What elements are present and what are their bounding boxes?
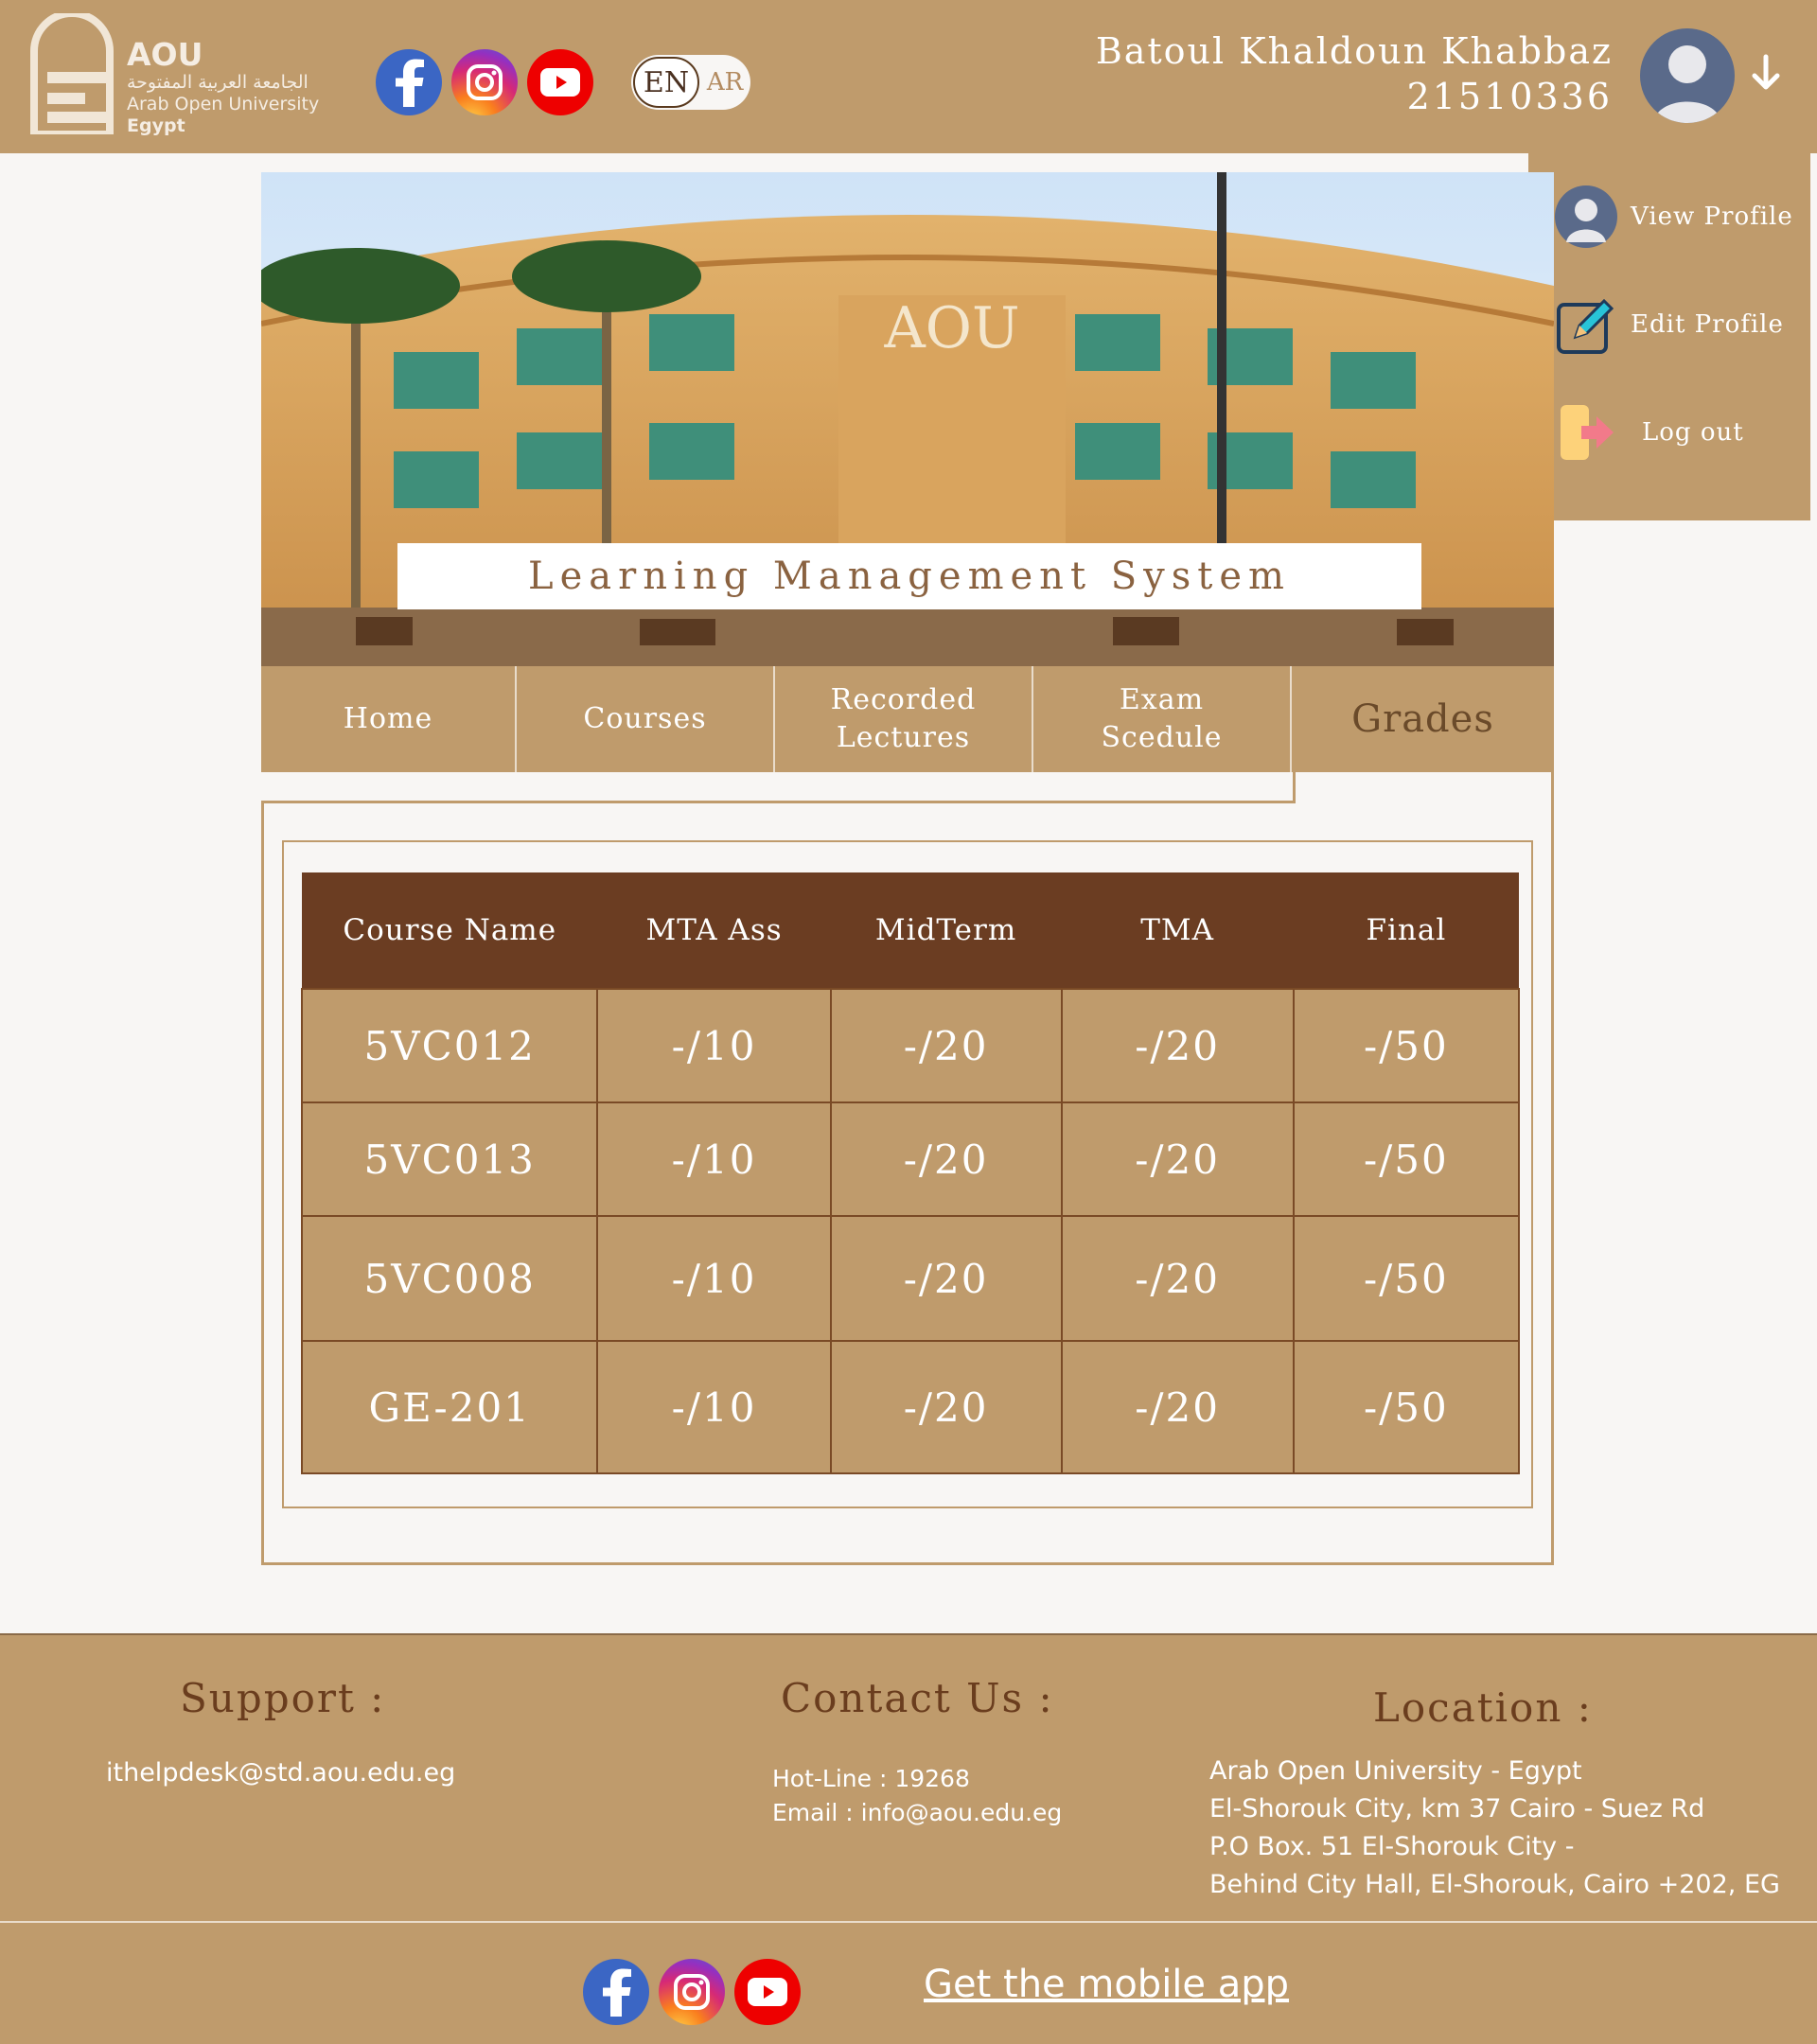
col-mta-ass: MTA Ass	[597, 872, 831, 989]
user-avatar-icon[interactable]	[1640, 28, 1735, 123]
grades-header-row: Course Name MTA Ass MidTerm TMA Final	[302, 872, 1519, 989]
logo-text: AOU الجامعة العربية المفتوحة Arab Open U…	[127, 38, 319, 137]
arrow-down-icon[interactable]	[1749, 53, 1783, 95]
user-avatar-icon	[1555, 185, 1617, 248]
footer: Support : ithelpdesk@std.aou.edu.eg Cont…	[0, 1633, 1817, 2044]
header: AOU الجامعة العربية المفتوحة Arab Open U…	[0, 0, 1817, 153]
location-line-1: Arab Open University - Egypt	[1209, 1756, 1582, 1786]
grade-cell: -/50	[1292, 988, 1521, 1103]
logout-item[interactable]: Log out	[1555, 401, 1744, 464]
hotline-text: Hot-Line : 19268	[772, 1765, 970, 1792]
edit-profile-item[interactable]: Edit Profile	[1555, 293, 1784, 356]
youtube-icon[interactable]	[527, 49, 593, 115]
grade-cell: -/10	[596, 1101, 832, 1217]
location-title: Location :	[1373, 1684, 1593, 1731]
grade-cell: -/20	[829, 1101, 1063, 1217]
logo-abbr: AOU	[127, 36, 203, 73]
mobile-app-link[interactable]: Get the mobile app	[924, 1963, 1289, 2006]
support-email-link[interactable]: ithelpdesk@std.aou.edu.eg	[106, 1754, 455, 1792]
location-line-4: Behind City Hall, El-Shorouk, Cairo +202…	[1209, 1870, 1780, 1899]
col-midterm: MidTerm	[830, 872, 1062, 989]
tab-home-label: Home	[343, 702, 433, 735]
tab-recorded-lectures[interactable]: Recorded Lectures	[775, 666, 1033, 772]
tab-recorded-label-2: Lectures	[836, 721, 971, 754]
grade-cell: -/20	[829, 1215, 1063, 1342]
header-social-links	[376, 49, 593, 115]
tab-courses-label: Courses	[583, 702, 707, 735]
location-address: Arab Open University - Egypt El-Shorouk …	[1209, 1753, 1780, 1904]
frame-border-notch	[1293, 772, 1296, 803]
course-cell: 5VC012	[300, 988, 599, 1103]
instagram-icon[interactable]	[659, 1959, 725, 2025]
language-toggle[interactable]: EN AR	[631, 55, 750, 110]
facebook-icon[interactable]	[376, 49, 442, 115]
banner-sign: AOU	[883, 295, 1019, 361]
user-info: Batoul Khaldoun Khabbaz 21510336	[1096, 28, 1613, 119]
frame-border-right	[1551, 772, 1554, 801]
location-line-2: El-Shorouk City, km 37 Cairo - Suez Rd	[1209, 1794, 1705, 1824]
course-cell: 5VC013	[300, 1101, 599, 1217]
tab-recorded-label-1: Recorded	[830, 683, 977, 716]
main-nav: Home Courses Recorded Lectures Exam Sced…	[261, 666, 1554, 772]
tab-grades-label: Grades	[1351, 697, 1494, 741]
grade-cell: -/20	[829, 988, 1063, 1103]
col-final: Final	[1293, 872, 1519, 989]
tab-exam-label-1: Exam	[1119, 683, 1205, 716]
edit-icon	[1557, 298, 1614, 354]
lang-en-button[interactable]: EN	[633, 57, 699, 108]
logo-country: Egypt	[127, 115, 185, 136]
grade-cell: -/10	[596, 1215, 832, 1342]
grade-cell: -/10	[596, 988, 832, 1103]
tab-courses[interactable]: Courses	[517, 666, 775, 772]
grades-table: Course Name MTA Ass MidTerm TMA Final 5V…	[300, 872, 1521, 1474]
footer-social-links	[583, 1959, 801, 2025]
tab-exam-schedule[interactable]: Exam Scedule	[1033, 666, 1292, 772]
course-cell: 5VC008	[300, 1215, 599, 1342]
logo-arch-icon	[30, 13, 114, 134]
view-profile-item[interactable]: View Profile	[1555, 185, 1793, 248]
course-cell: GE-201	[300, 1340, 599, 1474]
table-row: GE-201 -/10 -/20 -/20 -/50	[300, 1340, 1521, 1474]
table-row: 5VC012 -/10 -/20 -/20 -/50	[300, 988, 1521, 1103]
location-line-3: P.O Box. 51 El-Shorouk City -	[1209, 1832, 1575, 1861]
tab-grades[interactable]: Grades	[1292, 666, 1554, 772]
facebook-icon[interactable]	[583, 1959, 649, 2025]
grade-cell: -/20	[1060, 988, 1295, 1103]
grade-cell: -/20	[1060, 1340, 1295, 1474]
view-profile-label: View Profile	[1631, 203, 1793, 231]
grade-cell: -/20	[1060, 1101, 1295, 1217]
table-row: 5VC008 -/10 -/20 -/20 -/50	[300, 1215, 1521, 1342]
grade-cell: -/20	[829, 1340, 1063, 1474]
profile-dropdown: View Profile Edit Profile Log out	[1528, 153, 1810, 520]
youtube-icon[interactable]	[734, 1959, 801, 2025]
contact-email-link[interactable]: Email : info@aou.edu.eg	[772, 1796, 1062, 1830]
instagram-icon[interactable]	[451, 49, 518, 115]
grade-cell: -/10	[596, 1340, 832, 1474]
logout-icon	[1561, 405, 1614, 460]
banner-title: Learning Management System	[397, 543, 1421, 609]
tab-home[interactable]: Home	[261, 666, 517, 772]
lang-ar-button[interactable]: AR	[703, 55, 747, 110]
grade-cell: -/50	[1292, 1215, 1521, 1342]
footer-divider	[0, 1921, 1817, 1923]
support-title: Support :	[180, 1675, 386, 1721]
user-id: 21510336	[1406, 76, 1613, 117]
grade-cell: -/20	[1060, 1215, 1295, 1342]
aou-logo[interactable]: AOU الجامعة العربية المفتوحة Arab Open U…	[30, 13, 333, 142]
campus-banner: AOU Learning Management System	[261, 172, 1554, 666]
grade-cell: -/50	[1292, 1340, 1521, 1474]
col-course-name: Course Name	[302, 872, 598, 989]
table-row: 5VC013 -/10 -/20 -/20 -/50	[300, 1101, 1521, 1217]
logo-name: Arab Open University	[127, 94, 320, 115]
col-tma: TMA	[1061, 872, 1294, 989]
logout-label: Log out	[1642, 418, 1744, 447]
grade-cell: -/50	[1292, 1101, 1521, 1217]
tab-exam-label-2: Scedule	[1101, 721, 1223, 754]
contact-title: Contact Us :	[781, 1675, 1054, 1721]
user-name: Batoul Khaldoun Khabbaz	[1095, 30, 1613, 72]
contact-info: Hot-Line : 19268 Email : info@aou.edu.eg	[772, 1762, 1062, 1830]
edit-profile-label: Edit Profile	[1631, 310, 1784, 339]
logo-arabic: الجامعة العربية المفتوحة	[127, 72, 309, 93]
